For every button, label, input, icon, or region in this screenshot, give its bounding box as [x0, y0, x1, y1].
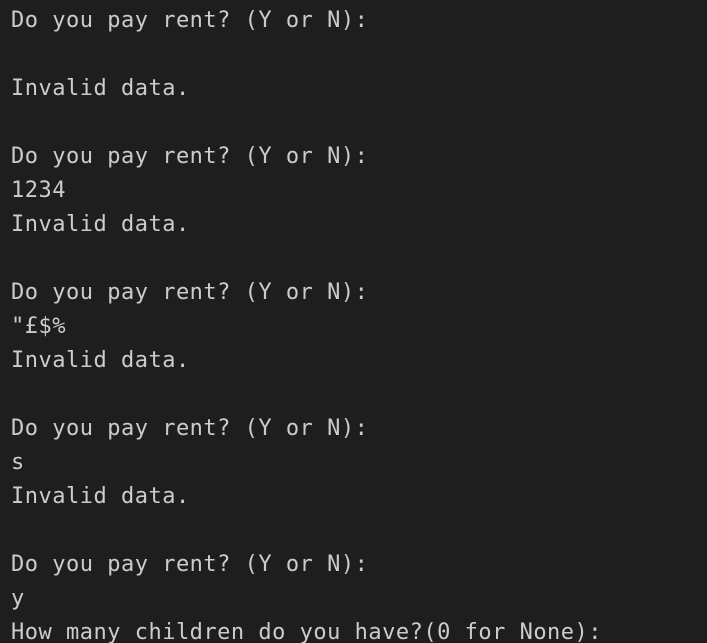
input-line: s — [11, 450, 25, 475]
input-line: 1234 — [11, 178, 66, 203]
error-message-line: Invalid data. — [11, 348, 190, 373]
prompt-rent-line: Do you pay rent? (Y or N): — [11, 8, 369, 33]
error-message-line: Invalid data. — [11, 484, 190, 509]
prompt-children-line: How many children do you have?(0 for Non… — [11, 620, 603, 643]
prompt-rent-line: Do you pay rent? (Y or N): — [11, 280, 369, 305]
prompt-rent-line: Do you pay rent? (Y or N): — [11, 144, 369, 169]
prompt-rent-line: Do you pay rent? (Y or N): — [11, 416, 369, 441]
terminal-output[interactable]: Do you pay rent? (Y or N): Invalid data.… — [0, 0, 707, 643]
prompt-rent-line: Do you pay rent? (Y or N): — [11, 552, 369, 577]
input-line: "£$% — [11, 314, 66, 339]
input-empty-line — [11, 38, 707, 72]
input-line: y — [11, 586, 25, 611]
error-message-line: Invalid data. — [11, 76, 190, 101]
error-message-line: Invalid data. — [11, 212, 190, 237]
